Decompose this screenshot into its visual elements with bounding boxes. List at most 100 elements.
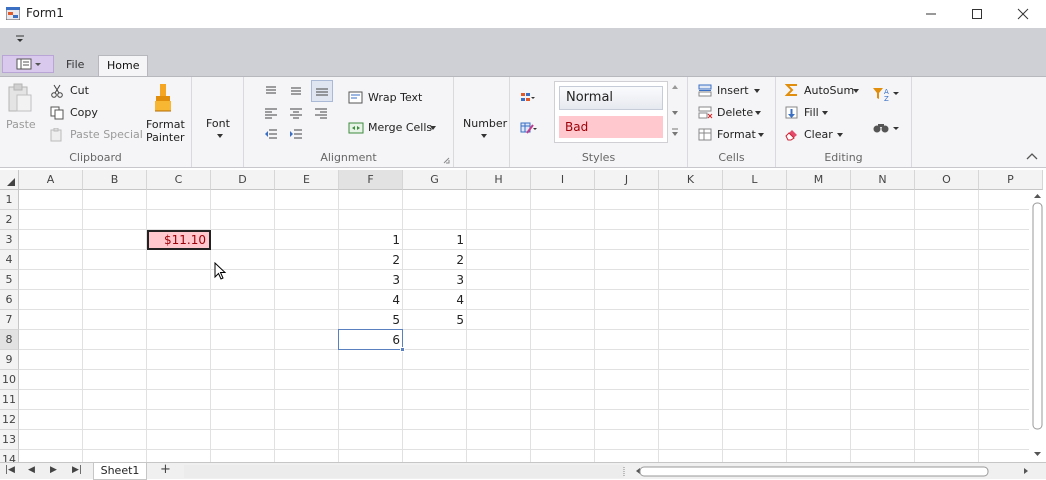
last-sheet-icon[interactable]: ▶| — [72, 465, 82, 475]
row-header-5[interactable]: 5 — [0, 270, 19, 290]
cell-f7[interactable]: 5 — [339, 310, 403, 330]
customize-qat-icon[interactable] — [14, 33, 26, 45]
row-header-3[interactable]: 3 — [0, 230, 19, 250]
cell-f3[interactable]: 1 — [339, 230, 403, 250]
grid-line — [722, 190, 723, 462]
row-header-9[interactable]: 9 — [0, 350, 19, 370]
font-button[interactable]: Font — [206, 117, 230, 130]
minimize-icon — [926, 13, 936, 15]
column-header-e[interactable]: E — [275, 170, 339, 190]
row-header-14[interactable]: 14 — [0, 450, 19, 462]
column-header-b[interactable]: B — [83, 170, 147, 190]
column-header-m[interactable]: M — [787, 170, 851, 190]
row-header-1[interactable]: 1 — [0, 190, 19, 210]
cut-button[interactable]: Cut — [70, 84, 89, 97]
clear-button[interactable]: Clear — [804, 128, 833, 141]
decrease-indent-icon[interactable] — [264, 128, 278, 140]
cell-g3[interactable]: 1 — [403, 230, 467, 250]
format-painter-label-2[interactable]: Painter — [146, 131, 185, 144]
maximize-button[interactable] — [954, 0, 1000, 28]
column-header-c[interactable]: C — [147, 170, 211, 190]
clear-dropdown-icon — [837, 133, 843, 137]
row-header-8[interactable]: 8 — [0, 330, 19, 350]
vertical-scrollbar[interactable] — [1029, 190, 1046, 462]
gallery-scroll-icon[interactable] — [670, 83, 680, 143]
format-button[interactable]: Format — [717, 128, 756, 141]
column-header-o[interactable]: O — [915, 170, 979, 190]
row-header-4[interactable]: 4 — [0, 250, 19, 270]
find-select-icon[interactable] — [872, 121, 900, 135]
autosum-button[interactable]: AutoSum — [804, 84, 854, 97]
alignment-dialog-launcher-icon[interactable] — [443, 157, 450, 164]
first-sheet-icon[interactable]: |◀ — [5, 465, 15, 475]
column-header-h[interactable]: H — [467, 170, 531, 190]
cell-g7[interactable]: 5 — [403, 310, 467, 330]
increase-indent-icon[interactable] — [289, 128, 303, 140]
row-header-13[interactable]: 13 — [0, 430, 19, 450]
fill-handle[interactable] — [400, 347, 405, 352]
column-header-k[interactable]: K — [659, 170, 723, 190]
row-header-11[interactable]: 11 — [0, 390, 19, 410]
merge-cells-button[interactable]: Merge Cells — [368, 121, 432, 134]
copy-button[interactable]: Copy — [70, 106, 98, 119]
cell-g5[interactable]: 3 — [403, 270, 467, 290]
add-sheet-icon[interactable]: + — [160, 462, 171, 477]
paste-special-button[interactable]: Paste Special — [70, 128, 143, 141]
row-header-2[interactable]: 2 — [0, 210, 19, 230]
clear-icon — [785, 130, 797, 141]
spreadsheet-grid[interactable]: ABCDEFGHIJKLMNOP 1 2 3 4 5 6 7 8 9 10 11 12 13 14 $11… — [0, 170, 1046, 462]
cell-c3[interactable]: $11.10 — [147, 230, 211, 250]
cell-f6[interactable]: 4 — [339, 290, 403, 310]
row-header-10[interactable]: 10 — [0, 370, 19, 390]
align-top-icon[interactable] — [264, 85, 278, 97]
fill-button[interactable]: Fill — [804, 106, 819, 119]
autosum-dropdown-icon — [853, 89, 859, 93]
number-button[interactable]: Number — [463, 117, 507, 130]
next-sheet-icon[interactable]: ▶ — [50, 465, 57, 475]
horizontal-scrollbar[interactable] — [622, 463, 1046, 480]
format-painter-label-1[interactable]: Format — [146, 118, 185, 131]
cell-f4[interactable]: 2 — [339, 250, 403, 270]
column-header-p[interactable]: P — [979, 170, 1043, 190]
close-button[interactable] — [1000, 0, 1046, 28]
tab-home[interactable]: Home — [98, 55, 149, 76]
row-header-12[interactable]: 12 — [0, 410, 19, 430]
column-header-j[interactable]: J — [595, 170, 659, 190]
sheet-tab-sheet1[interactable]: Sheet1 — [93, 463, 147, 480]
tab-file[interactable]: File — [58, 55, 92, 76]
column-header-d[interactable]: D — [211, 170, 275, 190]
align-right-icon[interactable] — [314, 107, 328, 119]
cell-g4[interactable]: 2 — [403, 250, 467, 270]
grid-line — [19, 449, 1029, 450]
align-left-icon[interactable] — [264, 107, 278, 119]
styles-group-label: Styles — [581, 151, 616, 164]
insert-button[interactable]: Insert — [717, 84, 749, 97]
column-header-f[interactable]: F — [339, 170, 403, 190]
align-center-icon[interactable] — [289, 107, 303, 119]
collapse-ribbon-icon[interactable] — [1026, 152, 1038, 160]
minimize-button[interactable] — [908, 0, 954, 28]
paste-button[interactable]: Paste — [6, 118, 36, 131]
fill-dropdown-icon — [822, 111, 828, 115]
conditional-formatting-icon[interactable] — [520, 92, 536, 104]
align-bottom-button[interactable] — [311, 80, 333, 102]
column-header-n[interactable]: N — [851, 170, 915, 190]
prev-sheet-icon[interactable]: ◀ — [28, 465, 35, 475]
column-header-g[interactable]: G — [403, 170, 467, 190]
column-header-a[interactable]: A — [19, 170, 83, 190]
column-header-l[interactable]: L — [723, 170, 787, 190]
cell-g6[interactable]: 4 — [403, 290, 467, 310]
app-menu-button[interactable] — [2, 55, 54, 73]
row-header-7[interactable]: 7 — [0, 310, 19, 330]
row-header-6[interactable]: 6 — [0, 290, 19, 310]
style-normal[interactable]: Normal — [559, 86, 663, 110]
wrap-text-button[interactable]: Wrap Text — [368, 91, 422, 104]
style-bad[interactable]: Bad — [559, 116, 663, 138]
format-as-table-icon[interactable] — [520, 121, 538, 135]
select-all-corner[interactable] — [0, 170, 19, 190]
sort-filter-icon[interactable]: AZ — [872, 86, 900, 102]
column-header-i[interactable]: I — [531, 170, 595, 190]
cell-f5[interactable]: 3 — [339, 270, 403, 290]
align-middle-icon[interactable] — [289, 85, 303, 97]
delete-button[interactable]: Delete — [717, 106, 753, 119]
